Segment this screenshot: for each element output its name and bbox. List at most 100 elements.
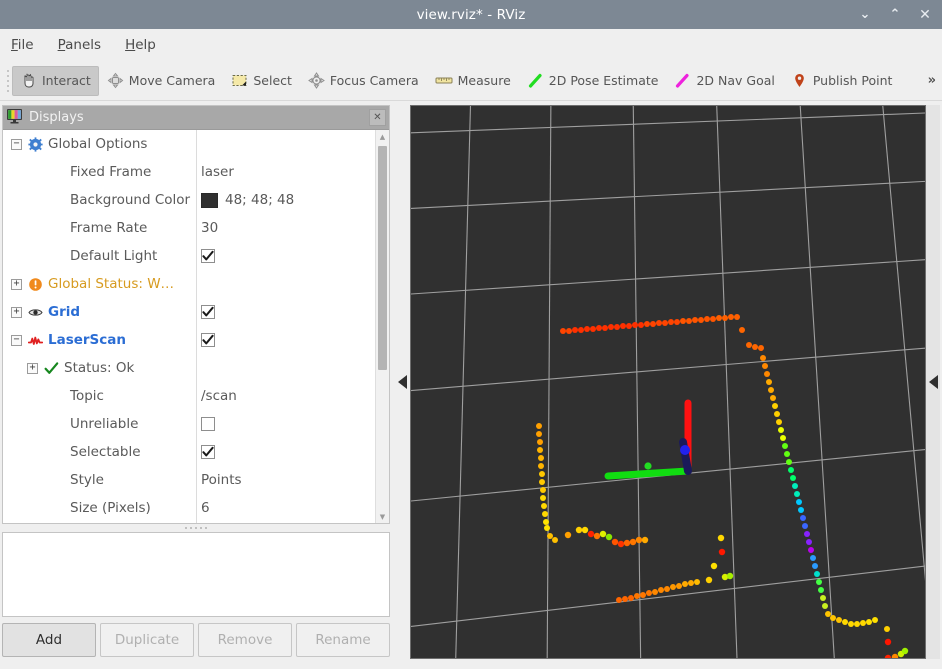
color-swatch[interactable]	[201, 192, 218, 208]
row-checkbox[interactable]	[201, 333, 215, 347]
displays-scrollbar[interactable]: ▲ ▼	[375, 130, 389, 523]
close-icon[interactable]: ✕	[918, 8, 932, 22]
displays-row-grid[interactable]: + Grid	[3, 298, 375, 326]
no-expander	[33, 503, 44, 514]
displays-row-laserscan-status[interactable]: + Status: Ok	[3, 354, 375, 382]
row-value-cell[interactable]: 48; 48; 48	[196, 186, 375, 214]
displays-row-global-status[interactable]: + Global Status: W…	[3, 270, 375, 298]
menu-panels-rest: anels	[65, 37, 102, 53]
row-label: Background Color	[70, 192, 191, 208]
row-label: Topic	[70, 388, 104, 404]
tool-2d-nav-goal[interactable]: 2D Nav Goal	[666, 66, 782, 96]
row-value-cell[interactable]	[196, 298, 375, 326]
row-value-cell[interactable]	[196, 242, 375, 270]
row-value-cell[interactable]	[196, 270, 375, 298]
right-splitter-handle[interactable]	[926, 105, 940, 659]
row-label-cell: + Grid	[3, 298, 196, 326]
row-checkbox[interactable]	[201, 305, 215, 319]
row-value-cell[interactable]	[196, 130, 375, 158]
menu-file[interactable]: File	[11, 37, 34, 53]
maximize-icon[interactable]: ⌃	[888, 8, 902, 21]
displays-row-style[interactable]: Style Points	[3, 466, 375, 494]
scrollbar-thumb[interactable]	[378, 146, 387, 370]
scroll-up-icon[interactable]: ▲	[376, 130, 389, 143]
tool-select[interactable]: Select	[223, 66, 300, 96]
scroll-down-icon[interactable]: ▼	[376, 510, 389, 523]
expand-icon[interactable]: +	[27, 362, 38, 374]
laserscan-icon	[27, 333, 43, 348]
grid-icon	[27, 305, 43, 320]
row-value-cell[interactable]	[196, 354, 375, 382]
row-value-cell[interactable]: 30	[196, 214, 375, 242]
row-value-cell[interactable]	[196, 438, 375, 466]
row-value-cell[interactable]	[196, 326, 375, 354]
row-label-cell: Selectable	[3, 438, 196, 466]
3d-viewport[interactable]	[410, 105, 926, 659]
row-label: Grid	[48, 304, 81, 320]
expand-icon[interactable]: +	[11, 278, 22, 290]
displays-row-unreliable[interactable]: Unreliable	[3, 410, 375, 438]
row-label: Selectable	[70, 444, 141, 460]
displays-row-default-light[interactable]: Default Light	[3, 242, 375, 270]
menu-help-mnemonic: H	[125, 37, 136, 53]
menu-panels[interactable]: Panels	[58, 37, 101, 53]
row-value-cell[interactable]: /scan	[196, 382, 375, 410]
tool-focus-camera-label: Focus Camera	[329, 73, 419, 88]
tool-publish-point[interactable]: Publish Point	[783, 66, 901, 96]
row-label-cell: Unreliable	[3, 410, 196, 438]
ruler-icon	[435, 72, 453, 89]
add-button[interactable]: Add	[2, 623, 96, 657]
row-value: 48; 48; 48	[225, 192, 295, 208]
row-label-cell: Style	[3, 466, 196, 494]
rviz-window: view.rviz* - RViz ⌄ ⌃ ✕ File Panels Help…	[0, 0, 942, 669]
row-checkbox[interactable]	[201, 417, 215, 431]
menu-help[interactable]: Help	[125, 37, 156, 53]
expand-icon[interactable]: +	[11, 306, 22, 318]
no-expander	[33, 223, 44, 234]
row-value-cell[interactable]	[196, 410, 375, 438]
collapse-icon[interactable]: −	[11, 138, 22, 150]
displays-row-size-pixels[interactable]: Size (Pixels) 6	[3, 494, 375, 522]
check-ok-icon	[43, 361, 59, 376]
toolbar-overflow-icon[interactable]: »	[928, 73, 936, 88]
tool-2d-pose-estimate[interactable]: 2D Pose Estimate	[519, 66, 667, 96]
displays-row-background-color[interactable]: Background Color 48; 48; 48	[3, 186, 375, 214]
toolbar-grip[interactable]	[4, 67, 12, 95]
minimize-icon[interactable]: ⌄	[858, 8, 872, 21]
row-checkbox[interactable]	[201, 445, 215, 459]
row-label: LaserScan	[48, 332, 127, 348]
row-value-cell[interactable]: 6	[196, 494, 375, 522]
row-value: /scan	[201, 388, 237, 404]
row-label-cell: + Global Status: W…	[3, 270, 196, 298]
row-value: laser	[201, 164, 234, 180]
row-value-cell[interactable]: laser	[196, 158, 375, 186]
tool-interact[interactable]: Interact	[12, 65, 99, 96]
tool-move-camera-label: Move Camera	[128, 73, 216, 88]
no-expander	[33, 475, 44, 486]
row-checkbox[interactable]	[201, 249, 215, 263]
displays-row-selectable[interactable]: Selectable	[3, 438, 375, 466]
row-value-cell[interactable]: Points	[196, 466, 375, 494]
displays-button-row: Add Duplicate Remove Rename	[2, 623, 390, 657]
displays-row-frame-rate[interactable]: Frame Rate 30	[3, 214, 375, 242]
row-label: Global Status: W…	[48, 276, 175, 292]
no-expander	[33, 251, 44, 262]
displays-row-laserscan[interactable]: − LaserScan	[3, 326, 375, 354]
tool-focus-camera[interactable]: Focus Camera	[300, 66, 427, 96]
remove-button: Remove	[198, 623, 292, 657]
displays-panel-title: Displays	[29, 110, 84, 125]
collapse-icon[interactable]: −	[11, 334, 22, 346]
displays-monitor-icon	[6, 108, 23, 128]
pose-estimate-icon	[527, 72, 544, 89]
no-expander	[33, 195, 44, 206]
menu-file-mnemonic: F	[11, 37, 18, 53]
displays-row-topic[interactable]: Topic/scan	[3, 382, 375, 410]
tool-measure[interactable]: Measure	[427, 66, 519, 96]
tool-move-camera[interactable]: Move Camera	[99, 66, 224, 96]
left-splitter-handle[interactable]	[396, 105, 408, 659]
horizontal-splitter[interactable]	[2, 524, 390, 532]
displays-row-global-options[interactable]: − Global Options	[3, 130, 375, 158]
row-value: 6	[201, 500, 210, 516]
displays-row-fixed-frame[interactable]: Fixed Frame laser	[3, 158, 375, 186]
displays-panel-close-icon[interactable]: ✕	[369, 109, 386, 126]
